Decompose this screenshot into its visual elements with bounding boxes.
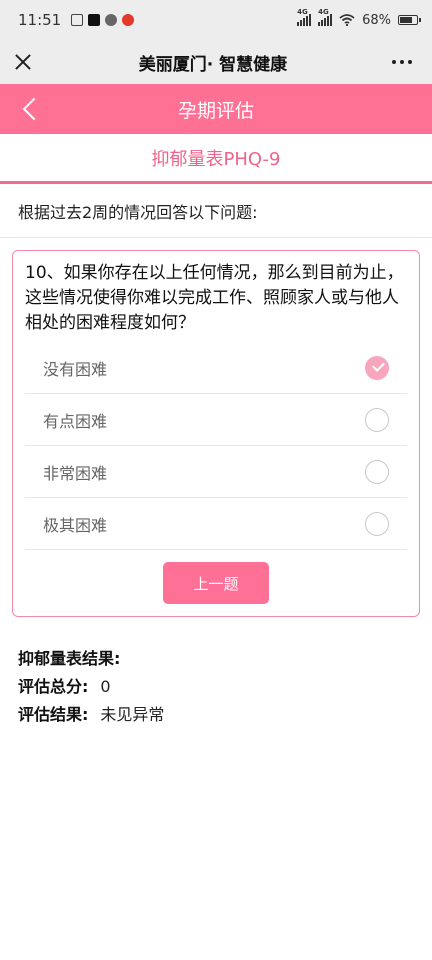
question-card: 10、如果你存在以上任何情况，那么到目前为止，这些情况使得你难以完成工作、照顾家… bbox=[12, 250, 420, 617]
scale-title: 抑郁量表PHQ-9 bbox=[0, 134, 432, 184]
status-left: 11:51 bbox=[18, 11, 135, 29]
signal-icon: 4G bbox=[297, 8, 312, 26]
outcome-label: 评估结果: bbox=[18, 705, 89, 724]
page-title: 孕期评估 bbox=[177, 99, 254, 122]
back-arrow-icon[interactable] bbox=[18, 96, 44, 122]
signal-icon-2: 4G bbox=[318, 8, 333, 26]
weibo-icon bbox=[122, 14, 135, 26]
more-options-icon[interactable] bbox=[391, 60, 420, 64]
option-label: 非常困难 bbox=[43, 463, 108, 483]
tiktok-icon bbox=[88, 14, 101, 26]
battery-icon bbox=[398, 15, 421, 25]
gallery-icon bbox=[71, 14, 84, 26]
status-right: 4G 4G 68% bbox=[297, 8, 421, 28]
status-time: 11:51 bbox=[18, 11, 62, 29]
score-value: 0 bbox=[100, 677, 111, 696]
score-row: 评估总分: 0 bbox=[18, 673, 414, 701]
notification-icons bbox=[71, 14, 135, 26]
question-text: 10、如果你存在以上任何情况，那么到目前为止，这些情况使得你难以完成工作、照顾家… bbox=[25, 263, 404, 333]
network-label-1: 4G bbox=[297, 8, 308, 16]
close-icon[interactable] bbox=[12, 51, 34, 73]
outcome-row: 评估结果: 未见异常 bbox=[18, 701, 414, 729]
battery-percent: 68% bbox=[362, 12, 391, 28]
option-label: 没有困难 bbox=[43, 359, 108, 379]
previous-question-button[interactable]: 上一题 bbox=[163, 562, 269, 604]
wifi-icon bbox=[339, 14, 355, 26]
radio-unchecked-icon[interactable] bbox=[365, 407, 389, 432]
radio-unchecked-icon[interactable] bbox=[365, 511, 389, 536]
score-label: 评估总分: bbox=[18, 677, 89, 696]
wechat-header: 美丽厦门· 智慧健康 bbox=[0, 40, 432, 84]
radio-checked-icon[interactable] bbox=[365, 355, 389, 380]
option-very-difficult[interactable]: 非常困难 bbox=[25, 446, 407, 498]
header-title: 美丽厦门· 智慧健康 bbox=[138, 54, 288, 75]
app-icon bbox=[105, 14, 118, 26]
option-extremely-difficult[interactable]: 极其困难 bbox=[25, 498, 407, 550]
result-title: 抑郁量表结果: bbox=[18, 649, 121, 668]
instruction-text: 根据过去2周的情况回答以下问题: bbox=[0, 184, 432, 238]
option-some-difficulty[interactable]: 有点困难 bbox=[25, 394, 407, 446]
option-no-difficulty[interactable]: 没有困难 bbox=[25, 342, 407, 394]
button-row: 上一题 bbox=[25, 550, 407, 606]
app-bar: 孕期评估 bbox=[0, 84, 432, 134]
option-label: 极其困难 bbox=[43, 515, 108, 535]
result-section: 抑郁量表结果: 评估总分: 0 评估结果: 未见异常 bbox=[0, 617, 432, 729]
status-bar: 11:51 4G 4G 68% bbox=[0, 0, 432, 40]
outcome-value: 未见异常 bbox=[100, 705, 165, 724]
option-label: 有点困难 bbox=[43, 411, 108, 431]
radio-unchecked-icon[interactable] bbox=[365, 459, 389, 484]
network-label-2: 4G bbox=[318, 8, 329, 16]
